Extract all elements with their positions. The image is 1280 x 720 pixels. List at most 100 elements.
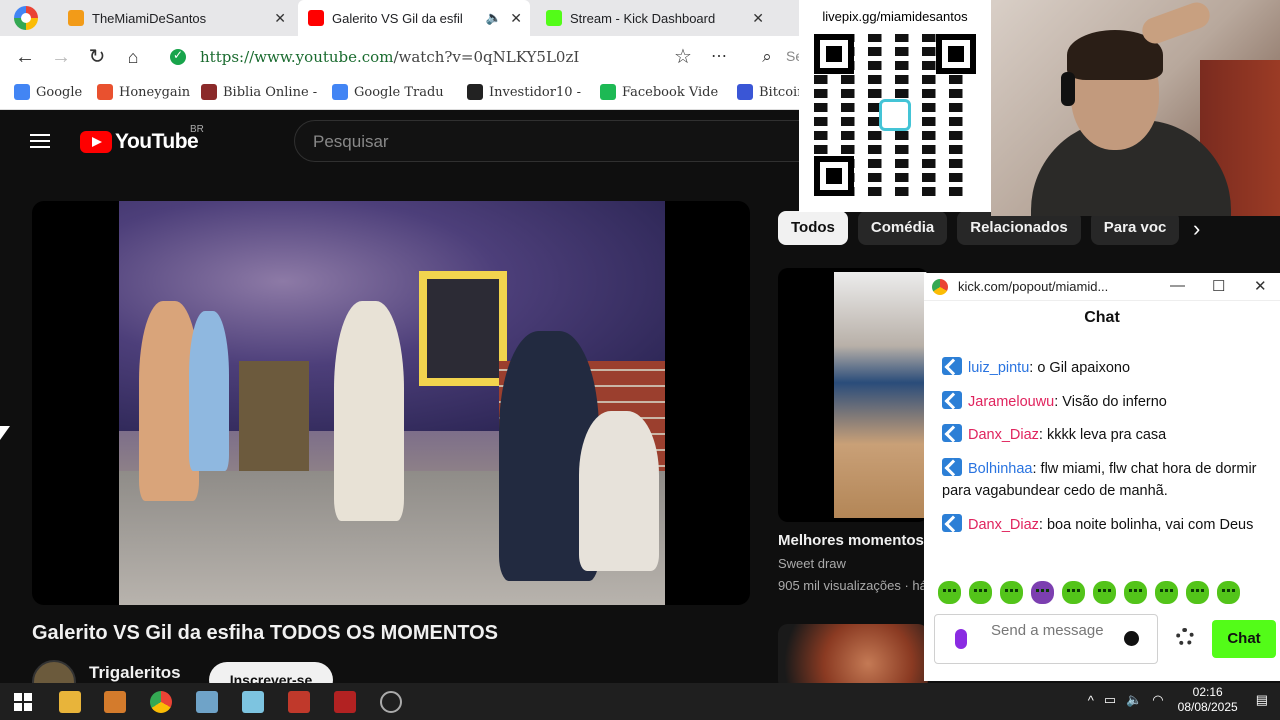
google-icon	[14, 84, 30, 100]
calculator-icon[interactable]	[288, 691, 310, 713]
close-icon[interactable]: ✕	[1254, 277, 1267, 295]
chat-username[interactable]: Jaramelouwu	[968, 394, 1054, 410]
home-icon[interactable]: ⌂	[120, 44, 146, 70]
recommended-title[interactable]: Melhores momentos	[778, 532, 924, 549]
chat-username[interactable]: Danx_Diaz	[968, 427, 1039, 443]
gear-icon[interactable]	[1176, 628, 1194, 646]
youtube-play-icon	[80, 131, 112, 153]
emote-icon[interactable]	[1124, 581, 1147, 604]
close-icon[interactable]: ✕	[510, 10, 522, 27]
thumbnail-image	[834, 272, 928, 518]
clock[interactable]: 02:16 08/08/2025	[1178, 685, 1238, 715]
chat-message: Jaramelouwu: Visão do inferno	[942, 390, 1272, 414]
twitch-favicon-icon	[68, 10, 84, 26]
chip-comedia[interactable]: Comédia	[857, 211, 948, 245]
chevron-up-icon[interactable]: ^	[1088, 693, 1094, 708]
app-icon[interactable]	[196, 691, 218, 713]
close-icon[interactable]: ✕	[274, 10, 286, 27]
flash-icon[interactable]	[334, 691, 356, 713]
video-player[interactable]	[32, 201, 750, 605]
star-icon[interactable]: ☆	[670, 44, 696, 70]
media-player-icon[interactable]	[104, 691, 126, 713]
chat-username[interactable]: Danx_Diaz	[968, 517, 1039, 533]
emote-icon[interactable]	[1217, 581, 1240, 604]
tab-kick-dashboard[interactable]: Stream - Kick Dashboard ✕	[538, 0, 772, 36]
minimize-icon[interactable]: —	[1170, 277, 1185, 294]
tab-youtube-video[interactable]: Galerito VS Gil da esfil 🔈 ✕	[298, 0, 530, 36]
more-icon[interactable]: ⋯	[706, 44, 732, 70]
maximize-icon[interactable]: ☐	[1212, 277, 1225, 295]
notepad-icon[interactable]	[242, 691, 264, 713]
youtube-wordmark: YouTube	[115, 130, 199, 153]
windows-start-icon[interactable]	[14, 693, 32, 711]
microphone-icon[interactable]	[955, 629, 967, 649]
chat-text: : boa noite bolinha, vai com Deus	[1038, 516, 1254, 533]
emote-icon[interactable]	[1062, 581, 1085, 604]
bookmark-investidor10[interactable]: Investidor10 -	[467, 84, 581, 100]
bookmark-bitcoin[interactable]: Bitcoin	[737, 84, 806, 100]
youtube-logo[interactable]: YouTube	[80, 130, 199, 154]
channel-name[interactable]: Trigaleritos	[89, 663, 181, 683]
emote-icon[interactable]	[1186, 581, 1209, 604]
emote-icon[interactable]	[1155, 581, 1178, 604]
kick-chat-window: kick.com/popout/miamid... — ☐ ✕ Chat lui…	[924, 273, 1280, 681]
chat-username[interactable]: Bolhinhaa	[968, 461, 1033, 477]
chip-todos[interactable]: Todos	[778, 211, 848, 245]
chevron-right-icon[interactable]: ›	[1193, 216, 1200, 242]
chip-para-voce[interactable]: Para voc	[1090, 211, 1180, 245]
chip-relacionados[interactable]: Relacionados	[957, 211, 1081, 245]
recommended-thumbnail[interactable]	[778, 624, 928, 690]
emoji-icon[interactable]	[1124, 631, 1139, 646]
notification-icon[interactable]: ▤	[1256, 692, 1268, 708]
kick-favicon-icon	[546, 10, 562, 26]
windows-taskbar: ^ ▭ 🔈 ◠ 02:16 08/08/2025 ▤	[0, 683, 1280, 720]
search-input[interactable]: Pesquisar	[294, 120, 814, 162]
mouse-cursor-icon	[0, 426, 10, 440]
volume-icon[interactable]: 🔈	[1126, 692, 1142, 708]
emote-icon[interactable]	[1031, 581, 1054, 604]
emote-icon[interactable]	[969, 581, 992, 604]
forward-icon[interactable]: →	[48, 44, 74, 70]
address-bar[interactable]: https://www.youtube.com/watch?v=0qNLKY5L…	[160, 42, 740, 72]
wifi-icon[interactable]: ◠	[1152, 692, 1163, 708]
file-explorer-icon[interactable]	[59, 691, 81, 713]
bookmark-label: Google Tradu	[354, 84, 444, 100]
tab-title: Stream - Kick Dashboard	[570, 10, 716, 26]
chrome-icon[interactable]	[150, 691, 172, 713]
obs-icon[interactable]	[380, 691, 402, 713]
bookmark-facebook-video[interactable]: Facebook Vide	[600, 84, 718, 100]
video-title: Galerito VS Gil da esfiha TODOS OS MOMEN…	[32, 622, 499, 644]
close-icon[interactable]: ✕	[752, 10, 764, 27]
emote-icon[interactable]	[938, 581, 961, 604]
recommended-channel[interactable]: Sweet draw	[778, 556, 846, 571]
send-chat-button[interactable]: Chat	[1212, 620, 1276, 658]
webcam-feed	[991, 0, 1280, 216]
emote-icon[interactable]	[1000, 581, 1023, 604]
search-icon[interactable]: ⌕	[754, 44, 780, 70]
bookmark-google-tradutor[interactable]: Google Tradu	[332, 84, 444, 100]
headset-icon	[1061, 72, 1075, 106]
emote-icon[interactable]	[1093, 581, 1116, 604]
network-icon[interactable]: ▭	[1104, 692, 1116, 708]
recommended-thumbnail[interactable]	[778, 268, 928, 522]
bookmark-honeygain[interactable]: Honeygain	[97, 84, 190, 100]
chat-window-titlebar: kick.com/popout/miamid... — ☐ ✕	[924, 273, 1280, 301]
recommended-meta: 905 mil visualizações · há	[778, 578, 927, 593]
speaker-icon[interactable]: 🔈	[486, 10, 502, 26]
chat-username[interactable]: luiz_pintu	[968, 360, 1029, 376]
back-icon[interactable]: ←	[12, 44, 38, 70]
bookmark-biblia[interactable]: Biblia Online -	[201, 84, 317, 100]
chat-message: Danx_Diaz: kkkk leva pra casa	[942, 424, 1272, 447]
bookmark-google[interactable]: Google	[14, 84, 82, 100]
reload-icon[interactable]: ↻	[84, 44, 110, 70]
subscriber-badge-icon	[942, 424, 962, 442]
chat-message-input[interactable]: Send a message	[934, 614, 1158, 664]
tab-title: TheMiamiDeSantos	[92, 10, 207, 26]
bible-icon	[201, 84, 217, 100]
video-scene-window	[419, 271, 507, 386]
facebook-video-icon	[600, 84, 616, 100]
tab-themiamidesantos[interactable]: TheMiamiDeSantos ✕	[60, 0, 294, 36]
menu-icon[interactable]	[30, 134, 50, 148]
donation-qr-card: livepix.gg/miamidesantos	[799, 0, 991, 212]
bookmark-label: Facebook Vide	[622, 84, 719, 100]
